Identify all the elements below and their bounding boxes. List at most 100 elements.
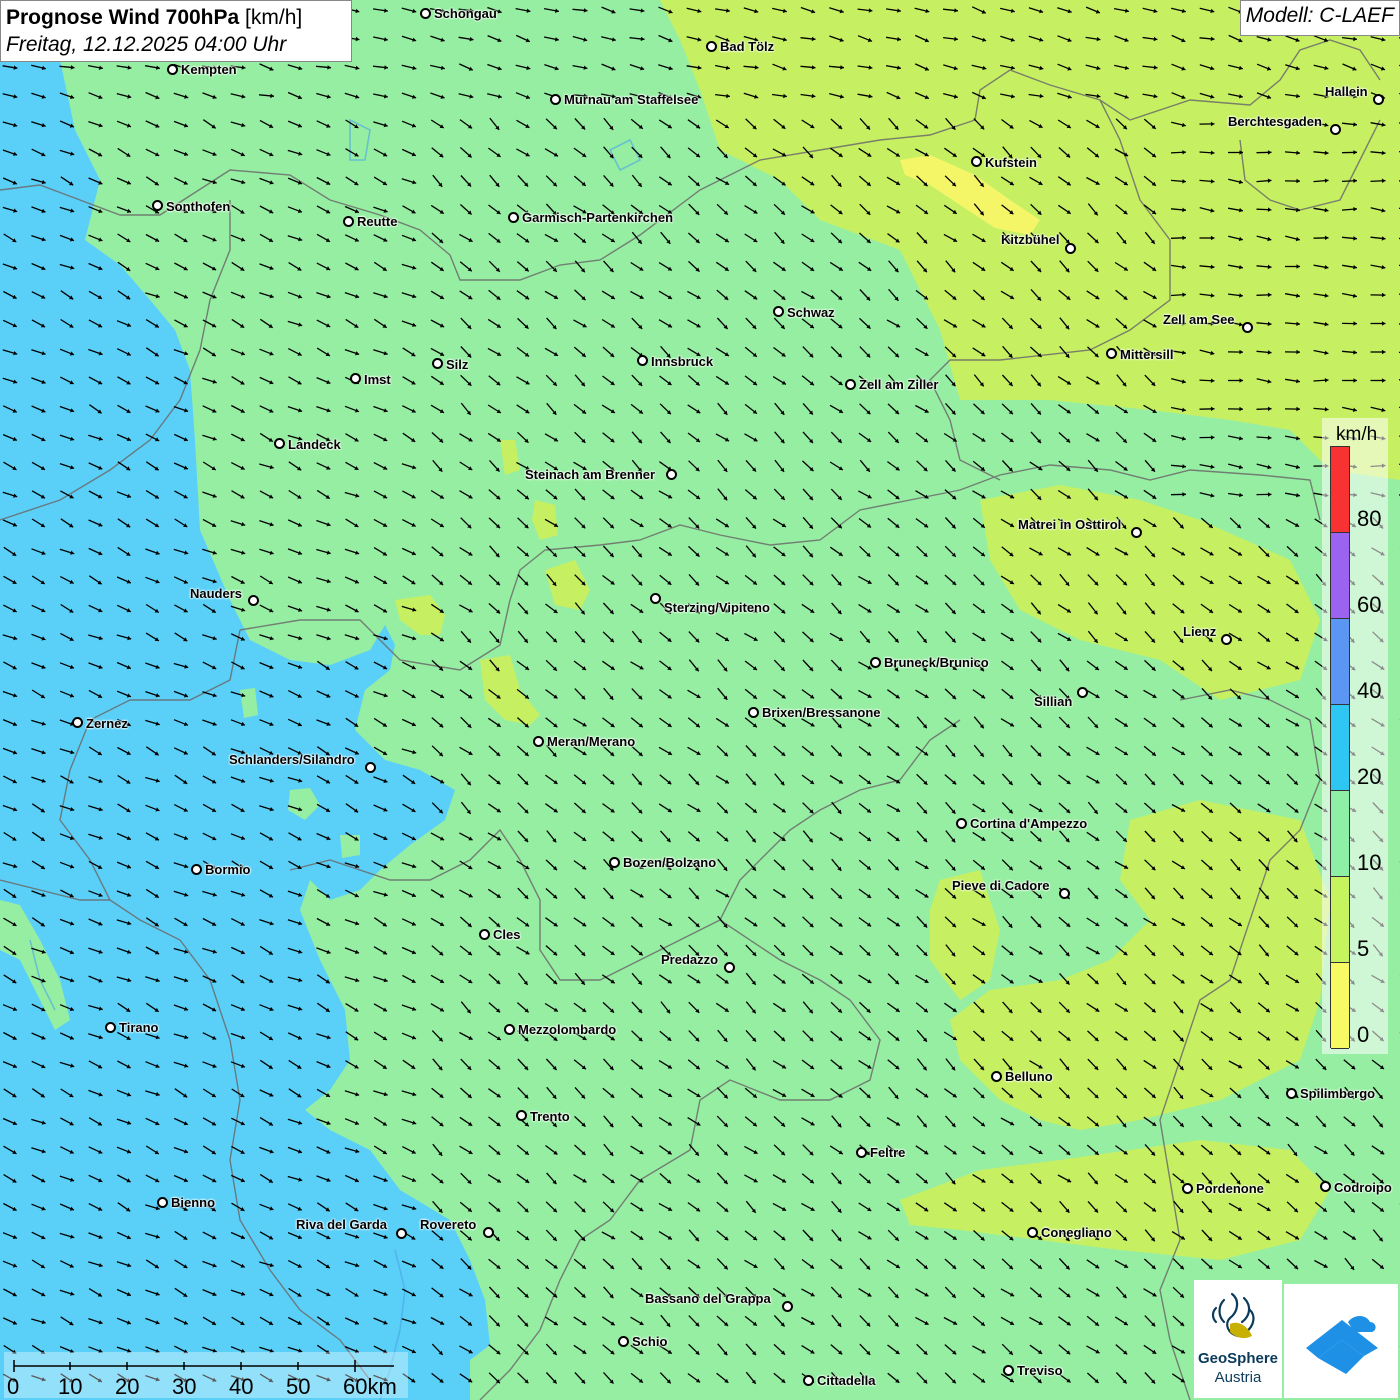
wind-arrow — [772, 376, 787, 385]
wind-arrow — [488, 1286, 501, 1299]
city-marker[interactable] — [1027, 1227, 1038, 1238]
city-marker[interactable] — [152, 200, 163, 211]
city-marker[interactable] — [1221, 634, 1232, 645]
city-marker[interactable] — [350, 373, 361, 384]
city-marker[interactable] — [1003, 1365, 1014, 1376]
city-marker[interactable] — [870, 657, 881, 668]
city-marker[interactable] — [845, 379, 856, 390]
wind-arrow — [316, 1061, 331, 1069]
wind-arrow — [715, 632, 730, 642]
city-marker[interactable] — [248, 595, 259, 606]
city-marker[interactable] — [637, 355, 648, 366]
city-marker[interactable] — [1065, 243, 1076, 254]
legend-color-segment — [1331, 791, 1349, 877]
wind-arrow — [602, 717, 615, 728]
city-marker[interactable] — [1059, 888, 1070, 899]
city-marker[interactable] — [773, 306, 784, 317]
city-marker[interactable] — [191, 864, 202, 875]
wind-arrow — [1114, 261, 1129, 272]
city-marker[interactable] — [1242, 322, 1253, 333]
wind-arrow — [715, 233, 730, 243]
wind-arrow — [831, 174, 842, 188]
wind-arrow — [316, 690, 331, 698]
wind-arrow — [373, 976, 388, 983]
wind-arrow — [801, 1088, 815, 1098]
city-marker[interactable] — [420, 8, 431, 19]
city-marker[interactable] — [1077, 687, 1088, 698]
wind-arrow — [60, 176, 74, 186]
city-marker[interactable] — [650, 593, 661, 604]
wind-arrow — [459, 261, 473, 272]
wind-arrow — [145, 91, 160, 100]
city-marker[interactable] — [706, 41, 717, 52]
city-marker[interactable] — [666, 469, 677, 480]
wind-arrow — [344, 491, 360, 498]
city-marker[interactable] — [971, 156, 982, 167]
wind-arrow — [1001, 688, 1014, 700]
city-marker[interactable] — [157, 1197, 168, 1208]
wind-arrow — [431, 1287, 444, 1298]
partner-logo[interactable] — [1284, 1284, 1398, 1398]
wind-arrow — [487, 432, 502, 443]
city-marker[interactable] — [724, 962, 735, 973]
legend-color-segment — [1331, 619, 1349, 705]
city-marker[interactable] — [748, 707, 759, 718]
wind-arrow — [432, 174, 443, 188]
wind-arrow — [259, 889, 274, 898]
city-marker[interactable] — [550, 94, 561, 105]
wind-arrow — [945, 744, 956, 758]
wind-arrow — [1173, 830, 1184, 843]
wind-arrow — [145, 490, 160, 499]
city-marker[interactable] — [1182, 1183, 1193, 1194]
wind-forecast-map[interactable]: Schongau Bad Tölz Kempten Murnau am Staffel… — [0, 0, 1400, 1400]
wind-arrow — [259, 318, 274, 329]
wind-arrow — [1114, 148, 1129, 157]
city-marker[interactable] — [1286, 1088, 1297, 1099]
wind-arrow — [1144, 973, 1156, 985]
city-marker[interactable] — [533, 736, 544, 747]
wind-arrow — [1342, 406, 1357, 412]
city-marker[interactable] — [516, 1110, 527, 1121]
city-marker[interactable] — [1330, 124, 1341, 135]
city-marker[interactable] — [803, 1375, 814, 1386]
city-marker[interactable] — [1373, 94, 1384, 105]
city-marker[interactable] — [483, 1227, 494, 1238]
city-marker[interactable] — [856, 1147, 867, 1158]
city-marker[interactable] — [956, 818, 967, 829]
city-marker[interactable] — [105, 1022, 116, 1033]
city-marker[interactable] — [396, 1228, 407, 1239]
city-marker[interactable] — [618, 1336, 629, 1347]
city-marker[interactable] — [274, 438, 285, 449]
wind-arrow — [1227, 435, 1244, 441]
wind-arrow — [373, 804, 388, 812]
wind-arrow — [802, 887, 814, 900]
wind-arrow — [1284, 321, 1301, 326]
wind-arrow — [1286, 773, 1299, 786]
city-marker[interactable] — [1106, 348, 1117, 359]
city-marker[interactable] — [432, 358, 443, 369]
wind-arrow — [1284, 178, 1301, 184]
city-marker[interactable] — [782, 1301, 793, 1312]
wind-arrow — [602, 1258, 615, 1270]
wind-arrow — [316, 377, 331, 385]
wind-arrow — [972, 1258, 986, 1270]
city-marker[interactable] — [365, 762, 376, 773]
city-marker[interactable] — [504, 1024, 515, 1035]
city-marker[interactable] — [72, 717, 83, 728]
city-marker[interactable] — [991, 1071, 1002, 1082]
wind-arrow — [744, 403, 758, 415]
wind-arrow — [230, 833, 246, 840]
city-marker[interactable] — [343, 216, 354, 227]
city-marker[interactable] — [1320, 1181, 1331, 1192]
city-marker[interactable] — [479, 929, 490, 940]
city-marker[interactable] — [1131, 527, 1142, 538]
wind-arrow — [1256, 321, 1272, 327]
geosphere-logo[interactable]: GeoSphere Austria — [1194, 1280, 1282, 1398]
city-marker[interactable] — [609, 857, 620, 868]
city-marker[interactable] — [508, 212, 519, 223]
wind-arrow — [916, 1343, 928, 1356]
wind-arrow — [944, 602, 957, 615]
wind-arrow — [517, 887, 529, 900]
wind-arrow — [3, 1202, 17, 1212]
city-marker[interactable] — [167, 64, 178, 75]
